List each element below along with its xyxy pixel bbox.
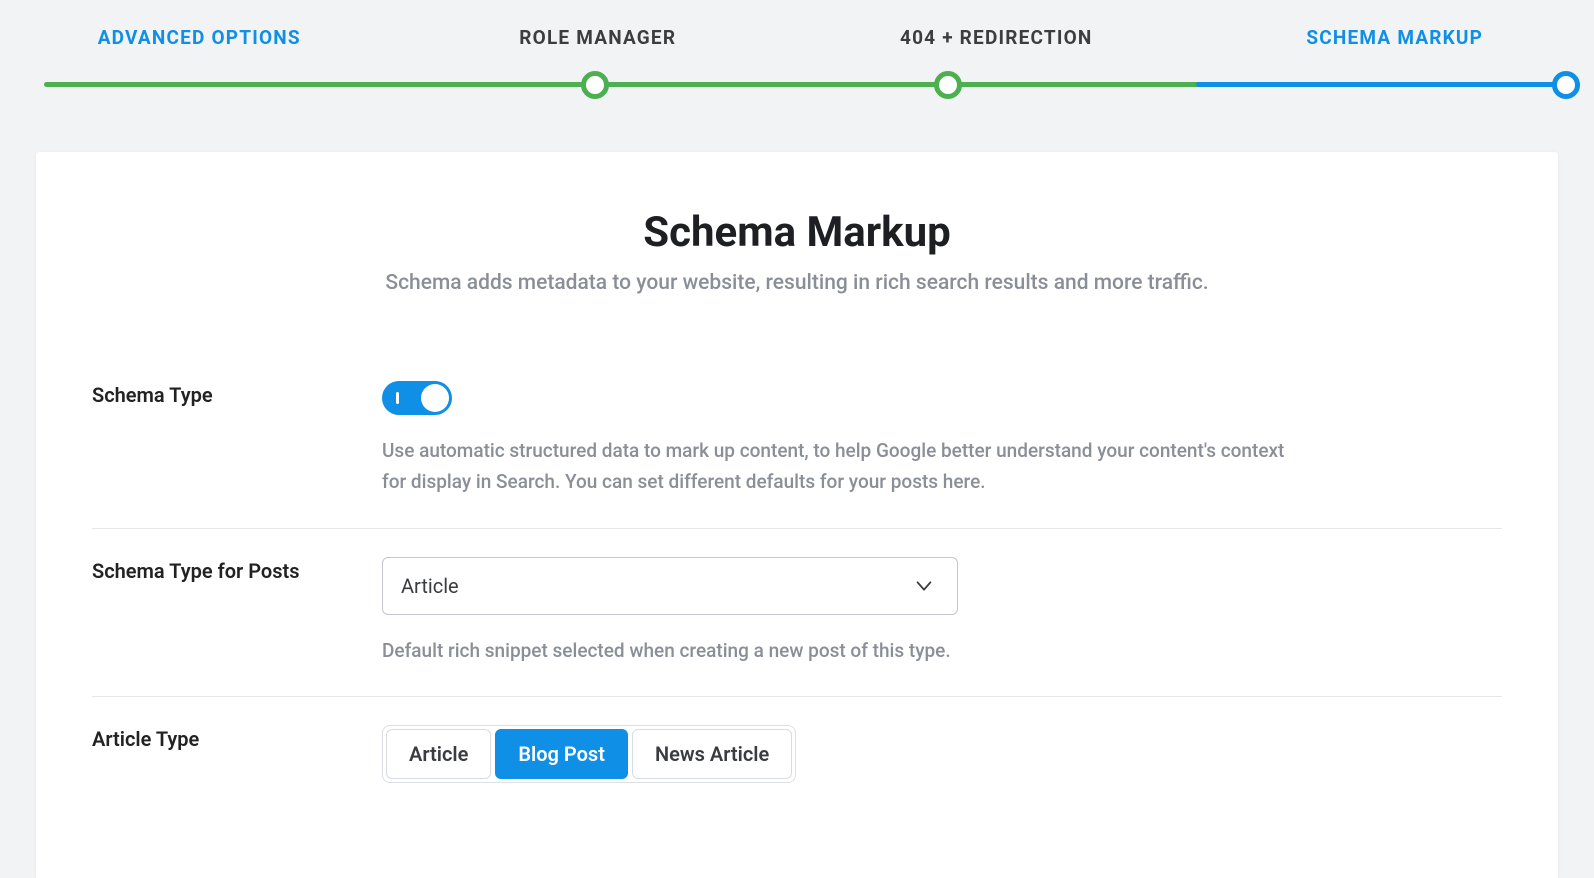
schema-type-label: Schema Type xyxy=(92,381,382,407)
chevron-down-icon xyxy=(913,575,935,597)
progress-bar-current xyxy=(1196,82,1581,87)
step-404-redirection[interactable]: 404 + REDIRECTION xyxy=(797,26,1196,49)
step-role-manager[interactable]: ROLE MANAGER xyxy=(399,26,798,49)
step-dot-4 xyxy=(1552,71,1580,99)
row-schema-type-posts: Schema Type for Posts Article Default ri… xyxy=(92,529,1502,697)
settings-card: Schema Markup Schema adds metadata to yo… xyxy=(36,152,1558,878)
article-type-label: Article Type xyxy=(92,725,382,751)
article-type-option-news-article[interactable]: News Article xyxy=(632,729,792,779)
schema-type-posts-label: Schema Type for Posts xyxy=(92,557,382,583)
page-title: Schema Markup xyxy=(92,208,1502,257)
toggle-knob xyxy=(421,384,449,412)
article-type-option-blog-post[interactable]: Blog Post xyxy=(495,729,628,779)
schema-type-posts-description: Default rich snippet selected when creat… xyxy=(382,635,1302,666)
schema-type-posts-select[interactable]: Article xyxy=(382,557,958,615)
wizard-stepper: ADVANCED OPTIONS ROLE MANAGER 404 + REDI… xyxy=(0,0,1594,101)
schema-type-toggle[interactable] xyxy=(382,381,452,415)
step-dot-3 xyxy=(934,71,962,99)
step-schema-markup[interactable]: SCHEMA MARKUP xyxy=(1196,26,1594,49)
row-schema-type: Schema Type Use automatic structured dat… xyxy=(92,353,1502,529)
step-advanced-options[interactable]: ADVANCED OPTIONS xyxy=(0,26,399,49)
row-article-type: Article Type Article Blog Post News Arti… xyxy=(92,697,1502,783)
article-type-group: Article Blog Post News Article xyxy=(382,725,796,783)
schema-type-posts-value: Article xyxy=(401,574,459,598)
step-dot-2 xyxy=(581,71,609,99)
toggle-on-indicator-icon xyxy=(396,392,399,404)
schema-type-description: Use automatic structured data to mark up… xyxy=(382,435,1302,498)
page-subtitle: Schema adds metadata to your website, re… xyxy=(92,271,1502,295)
article-type-option-article[interactable]: Article xyxy=(386,729,491,779)
